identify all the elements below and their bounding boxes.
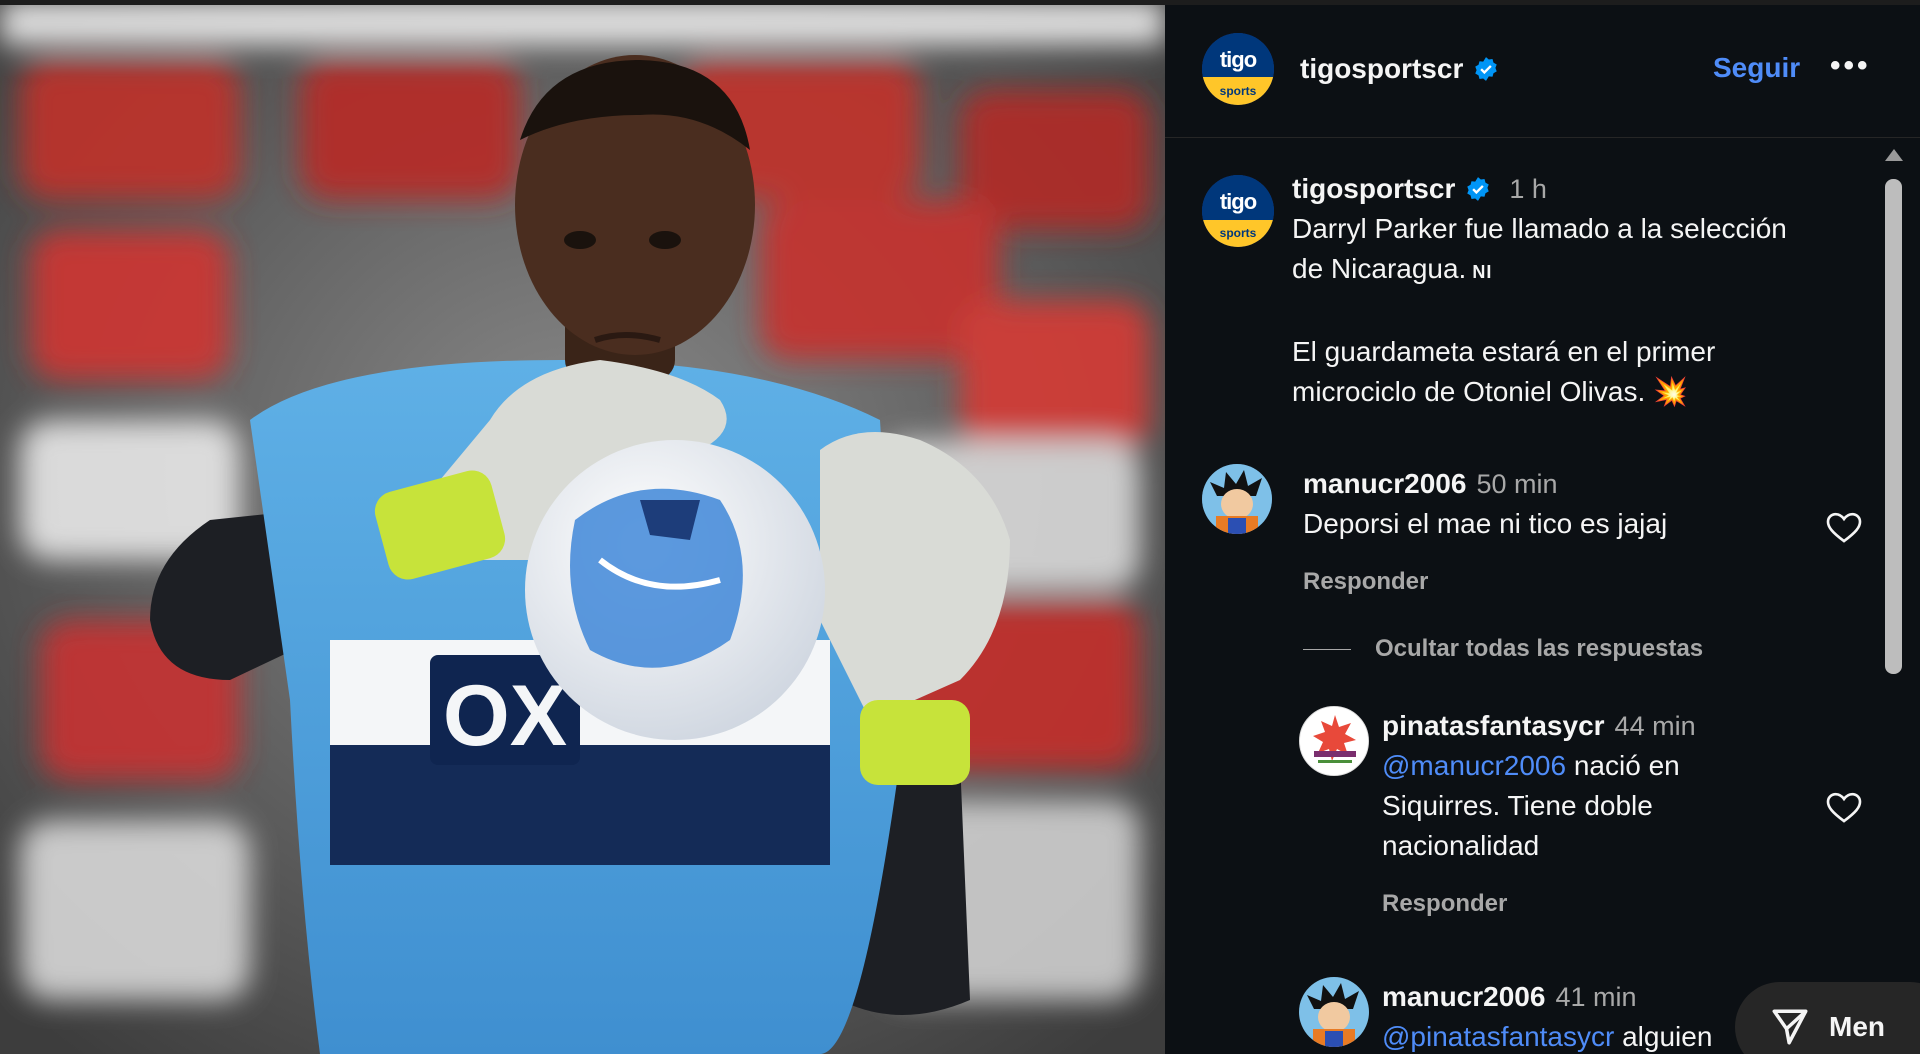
caption-line-4: microciclo de Otoniel Olivas.	[1292, 376, 1646, 407]
comment-text: Deporsi el mae ni tico es jajaj	[1303, 508, 1668, 539]
like-heart-icon[interactable]	[1826, 512, 1862, 544]
reply-button[interactable]: Responder	[1382, 884, 1802, 924]
avatar-logo-subtext: sports	[1219, 83, 1257, 98]
like-heart-icon[interactable]	[1826, 792, 1862, 824]
avatar-logo-text: tigo	[1219, 46, 1257, 72]
author-username[interactable]: tigosportscr	[1300, 53, 1463, 85]
reply-timestamp[interactable]: 41 min	[1555, 982, 1636, 1012]
hide-replies-toggle[interactable]: Ocultar todas las respuestas	[1303, 635, 1703, 663]
verified-badge-icon	[1467, 177, 1490, 201]
collision-emoji-icon: 💥	[1653, 376, 1689, 407]
messages-label: Men	[1829, 1011, 1885, 1042]
divider	[1303, 648, 1351, 650]
follow-button[interactable]: Seguir	[1713, 52, 1800, 84]
reply-text-3: nacionalidad	[1382, 830, 1540, 861]
avatar-logo-subtext: sports	[1219, 226, 1257, 240]
reply-timestamp[interactable]: 44 min	[1615, 711, 1696, 741]
reply-author-avatar[interactable]	[1299, 706, 1369, 776]
post-side-panel: tigo sports tigosportscr Seguir ••• tigo…	[1165, 0, 1920, 1054]
caption-line-1: Darryl Parker fue llamado a la selección	[1292, 213, 1787, 244]
reply-username[interactable]: manucr2006	[1382, 981, 1545, 1012]
pinatas-logo-icon	[1300, 707, 1368, 775]
comment-username[interactable]: manucr2006	[1303, 468, 1466, 499]
more-options-icon[interactable]: •••	[1830, 51, 1871, 81]
jersey-text: OX	[443, 668, 567, 764]
comments-scroll-area[interactable]: tigo sports tigosportscr 1 h Darryl Park…	[1165, 139, 1875, 1054]
caption-username[interactable]: tigosportscr	[1292, 169, 1455, 209]
reply-button[interactable]: Responder	[1303, 562, 1823, 602]
reply-username[interactable]: pinatasfantasycr	[1382, 710, 1605, 741]
comment-timestamp[interactable]: 50 min	[1476, 469, 1557, 499]
verified-badge-icon	[1475, 56, 1498, 81]
caption-line-3: El guardameta estará en el primer	[1292, 336, 1716, 367]
send-message-icon	[1772, 1009, 1808, 1045]
post-header: tigo sports tigosportscr Seguir •••	[1165, 0, 1920, 138]
caption-line-2: de Nicaragua.	[1292, 253, 1467, 284]
scrollbar-thumb[interactable]	[1885, 179, 1902, 674]
comment-item: manucr2006 50 min Deporsi el mae ni tico …	[1202, 464, 1862, 604]
messages-button[interactable]: Men	[1735, 982, 1920, 1054]
goku-avatar-icon	[1202, 464, 1272, 534]
author-avatar[interactable]: tigo sports	[1202, 32, 1274, 105]
goku-avatar-icon	[1299, 977, 1369, 1047]
window-top-edge	[0, 0, 1920, 5]
goalkeeper-photo: OX	[0, 0, 1165, 1054]
reply-item: pinatasfantasycr 44 min @manucr2006 nació…	[1299, 706, 1862, 917]
commenter-avatar[interactable]	[1202, 464, 1272, 534]
hide-replies-label: Ocultar todas las respuestas	[1375, 635, 1704, 662]
reply-text-1: alguien	[1614, 1021, 1713, 1052]
nicaragua-flag-icon: NI	[1472, 262, 1493, 282]
mention-link[interactable]: @manucr2006	[1382, 750, 1566, 781]
reply-author-avatar[interactable]	[1299, 977, 1369, 1047]
caption-timestamp[interactable]: 1 h	[1509, 169, 1547, 209]
post-photo[interactable]: OX	[0, 0, 1165, 1054]
scroll-up-arrow-icon[interactable]	[1885, 149, 1903, 161]
scrollbar[interactable]	[1877, 139, 1907, 1054]
avatar-logo-text: tigo	[1219, 189, 1257, 214]
mention-link[interactable]: @pinatasfantasycr	[1382, 1021, 1614, 1052]
reply-text-2: Siquirres. Tiene doble	[1382, 790, 1653, 821]
caption-author-avatar[interactable]: tigo sports	[1202, 175, 1274, 247]
reply-text-1: nació en	[1566, 750, 1680, 781]
